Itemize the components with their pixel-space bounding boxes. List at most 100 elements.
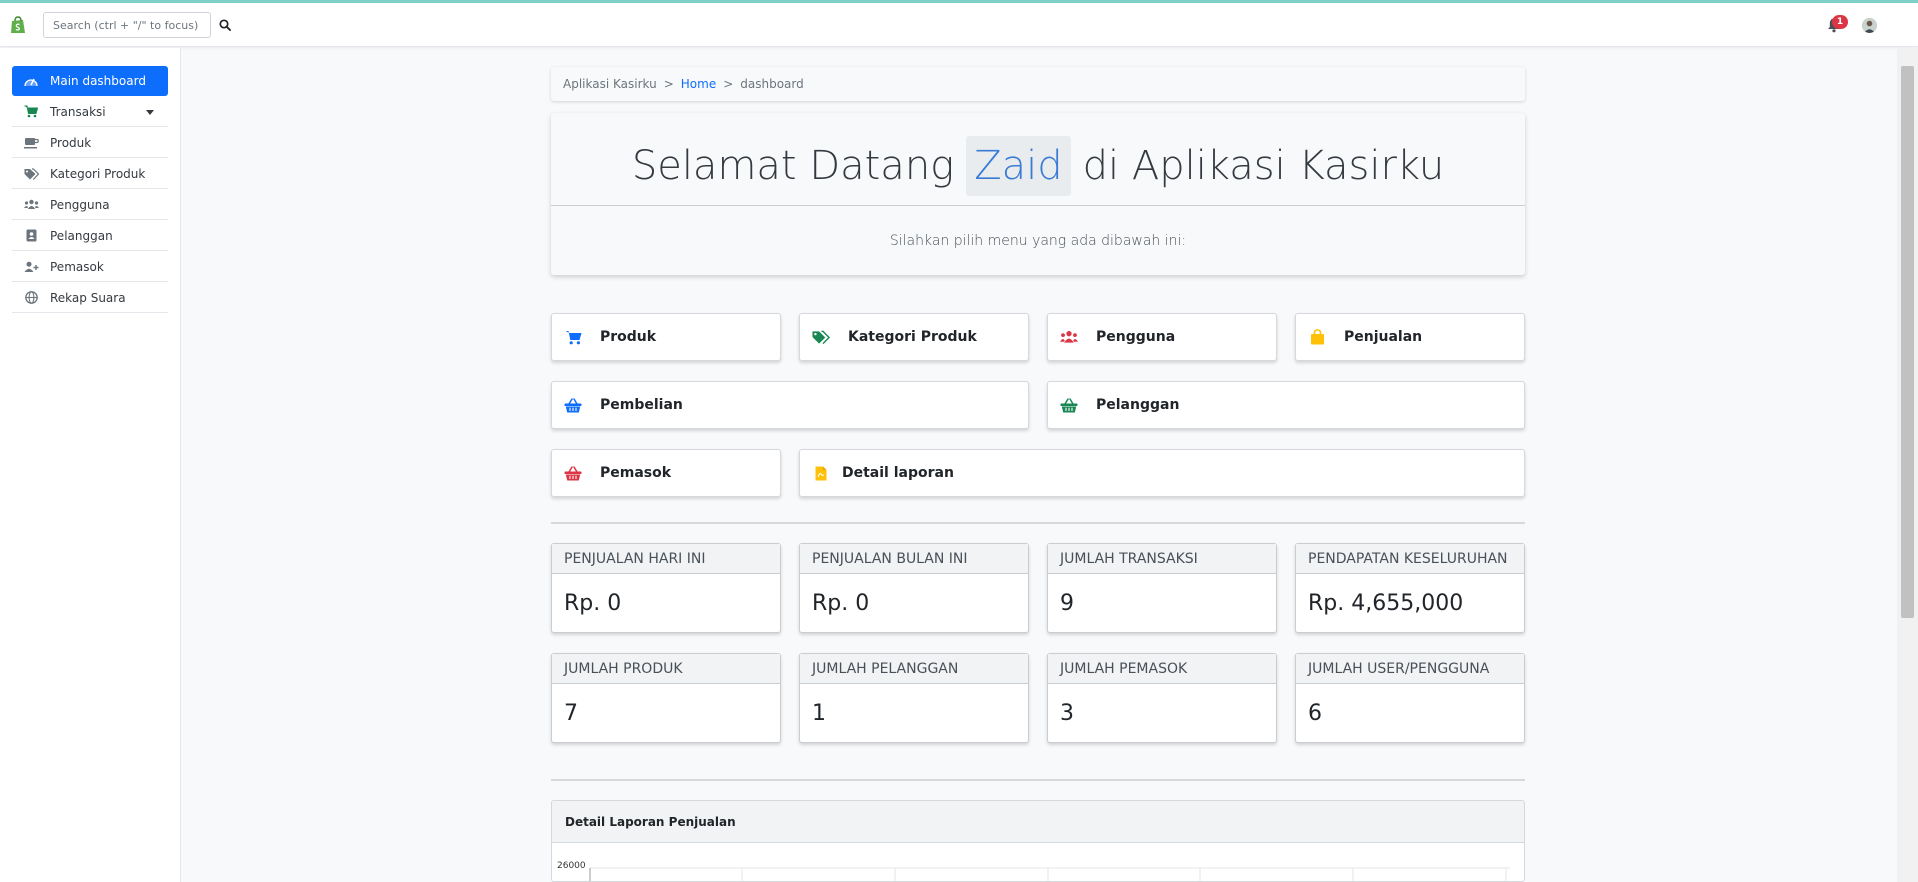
breadcrumb: Aplikasi Kasirku > Home > dashboard bbox=[551, 67, 1525, 101]
users-icon bbox=[1060, 329, 1078, 345]
stat-card-label: PENJUALAN HARI INI bbox=[552, 544, 780, 574]
stat-card-jumlah-transaksi: JUMLAH TRANSAKSI 9 bbox=[1047, 543, 1277, 633]
report-title: Detail Laporan Penjualan bbox=[552, 801, 1524, 843]
sidebar-item-label: Pelanggan bbox=[50, 228, 113, 243]
page-scrollbar[interactable] bbox=[1897, 48, 1918, 882]
stat-card-value: Rp. 4,655,000 bbox=[1308, 590, 1464, 616]
breadcrumb-current: dashboard bbox=[740, 77, 804, 91]
hero-greeting: Selamat Datang bbox=[631, 142, 955, 189]
breadcrumb-root: Aplikasi Kasirku bbox=[563, 77, 657, 91]
top-navbar: 1 bbox=[0, 3, 1918, 47]
sidebar-item-produk[interactable]: Produk bbox=[12, 128, 168, 158]
sidebar-item-transaksi[interactable]: Transaksi bbox=[12, 97, 168, 127]
breadcrumb-separator: > bbox=[663, 77, 674, 91]
user-avatar-icon bbox=[1862, 18, 1877, 33]
basket-icon bbox=[564, 465, 582, 481]
menu-button-kategori-produk[interactable]: Kategori Produk bbox=[799, 313, 1029, 361]
sidebar-item-label: Transaksi bbox=[50, 104, 106, 119]
cart-icon bbox=[23, 105, 39, 119]
sidebar-item-label: Pemasok bbox=[50, 259, 104, 274]
stat-card-pendapatan-keseluruhan: PENDAPATAN KESELURUHAN Rp. 4,655,000 bbox=[1295, 543, 1525, 633]
sidebar-item-main-dashboard[interactable]: Main dashboard bbox=[12, 66, 168, 96]
stat-card-jumlah-pemasok: JUMLAH PEMASOK 3 bbox=[1047, 653, 1277, 743]
menu-button-pembelian[interactable]: Pembelian bbox=[551, 381, 1029, 429]
stat-card-value: 3 bbox=[1060, 700, 1074, 726]
sidebar-item-pelanggan[interactable]: Pelanggan bbox=[12, 221, 168, 251]
menu-button-penjualan[interactable]: Penjualan bbox=[1295, 313, 1525, 361]
stat-card-value: Rp. 0 bbox=[812, 590, 870, 616]
menu-button-detail-laporan[interactable]: Detail laporan bbox=[799, 449, 1525, 497]
shopping-bag-icon bbox=[1308, 329, 1326, 345]
scrollbar-thumb[interactable] bbox=[1901, 66, 1914, 618]
hero-user-name: Zaid bbox=[966, 135, 1071, 196]
breadcrumb-separator: > bbox=[723, 77, 734, 91]
cart-icon bbox=[564, 329, 582, 345]
notification-badge: 1 bbox=[1832, 15, 1848, 29]
stat-card-label: JUMLAH USER/PENGGUNA bbox=[1296, 654, 1524, 684]
file-pdf-icon bbox=[812, 465, 830, 481]
breadcrumb-home-link[interactable]: Home bbox=[681, 77, 716, 91]
sidebar: Main dashboard Transaksi Produk Kategori… bbox=[0, 48, 181, 882]
search-icon bbox=[219, 19, 231, 31]
stat-card-value: 9 bbox=[1060, 590, 1074, 616]
stat-card-penjualan-bulan-ini: PENJUALAN BULAN INI Rp. 0 bbox=[799, 543, 1029, 633]
chevron-down-icon bbox=[146, 110, 154, 115]
stat-card-penjualan-hari-ini: PENJUALAN HARI INI Rp. 0 bbox=[551, 543, 781, 633]
id-badge-icon bbox=[23, 229, 39, 243]
sidebar-item-pemasok[interactable]: Pemasok bbox=[12, 252, 168, 282]
sidebar-item-pengguna[interactable]: Pengguna bbox=[12, 190, 168, 220]
menu-button-label: Pengguna bbox=[1096, 329, 1176, 345]
menu-button-label: Pembelian bbox=[600, 397, 683, 413]
stat-card-value: 7 bbox=[564, 700, 578, 726]
menu-button-pengguna[interactable]: Pengguna bbox=[1047, 313, 1277, 361]
hero-subtitle: Silahkan pilih menu yang ada dibawah ini… bbox=[889, 232, 1187, 249]
sidebar-item-label: Main dashboard bbox=[50, 74, 146, 88]
stat-card-label: JUMLAH PEMASOK bbox=[1048, 654, 1276, 684]
menu-button-label: Penjualan bbox=[1344, 329, 1423, 345]
search-button[interactable] bbox=[215, 15, 235, 35]
menu-button-label: Detail laporan bbox=[842, 465, 954, 481]
menu-button-pemasok[interactable]: Pemasok bbox=[551, 449, 781, 497]
stat-card-jumlah-produk: JUMLAH PRODUK 7 bbox=[551, 653, 781, 743]
sales-report-card: Detail Laporan Penjualan 26000 bbox=[551, 800, 1525, 882]
chart-y-tick: 26000 bbox=[557, 861, 586, 871]
coffee-icon bbox=[23, 136, 39, 150]
menu-button-label: Pemasok bbox=[600, 465, 672, 481]
stat-card-value: 1 bbox=[812, 700, 826, 726]
sidebar-item-rekap-suara[interactable]: Rekap Suara bbox=[12, 283, 168, 313]
hero-app-name: di Aplikasi Kasirku bbox=[1082, 142, 1445, 189]
stat-card-jumlah-pelanggan: JUMLAH PELANGGAN 1 bbox=[799, 653, 1029, 743]
dashboard-icon bbox=[23, 74, 39, 88]
menu-button-pelanggan[interactable]: Pelanggan bbox=[1047, 381, 1525, 429]
avatar[interactable] bbox=[1862, 18, 1877, 33]
section-divider bbox=[551, 522, 1525, 524]
stat-card-label: JUMLAH PELANGGAN bbox=[800, 654, 1028, 684]
basket-icon bbox=[564, 397, 582, 413]
menu-button-produk[interactable]: Produk bbox=[551, 313, 781, 361]
tags-icon bbox=[23, 167, 39, 181]
sidebar-item-kategori-produk[interactable]: Kategori Produk bbox=[12, 159, 168, 189]
section-divider bbox=[551, 779, 1525, 781]
stat-card-label: PENJUALAN BULAN INI bbox=[800, 544, 1028, 574]
basket-icon bbox=[1060, 397, 1078, 413]
shopify-logo-icon[interactable] bbox=[10, 16, 26, 34]
page-title: Selamat Datang Zaid di Aplikasi Kasirku bbox=[551, 118, 1525, 213]
sidebar-item-label: Kategori Produk bbox=[50, 166, 146, 181]
tags-icon bbox=[812, 329, 830, 345]
menu-button-label: Kategori Produk bbox=[848, 329, 977, 345]
sidebar-item-label: Rekap Suara bbox=[50, 290, 126, 305]
stat-card-value: Rp. 0 bbox=[564, 590, 622, 616]
menu-button-label: Produk bbox=[600, 329, 657, 345]
welcome-jumbotron: Selamat Datang Zaid di Aplikasi Kasirku … bbox=[551, 113, 1525, 275]
stat-card-label: JUMLAH PRODUK bbox=[552, 654, 780, 684]
user-plus-icon bbox=[23, 260, 39, 274]
globe-icon bbox=[23, 291, 39, 305]
stat-card-value: 6 bbox=[1308, 700, 1322, 726]
stat-card-label: JUMLAH TRANSAKSI bbox=[1048, 544, 1276, 574]
sidebar-item-label: Pengguna bbox=[50, 197, 110, 212]
search-input[interactable] bbox=[43, 12, 211, 38]
users-icon bbox=[23, 198, 39, 212]
menu-button-label: Pelanggan bbox=[1096, 397, 1180, 413]
stat-card-jumlah-user-pengguna: JUMLAH USER/PENGGUNA 6 bbox=[1295, 653, 1525, 743]
stat-card-label: PENDAPATAN KESELURUHAN bbox=[1296, 544, 1524, 574]
